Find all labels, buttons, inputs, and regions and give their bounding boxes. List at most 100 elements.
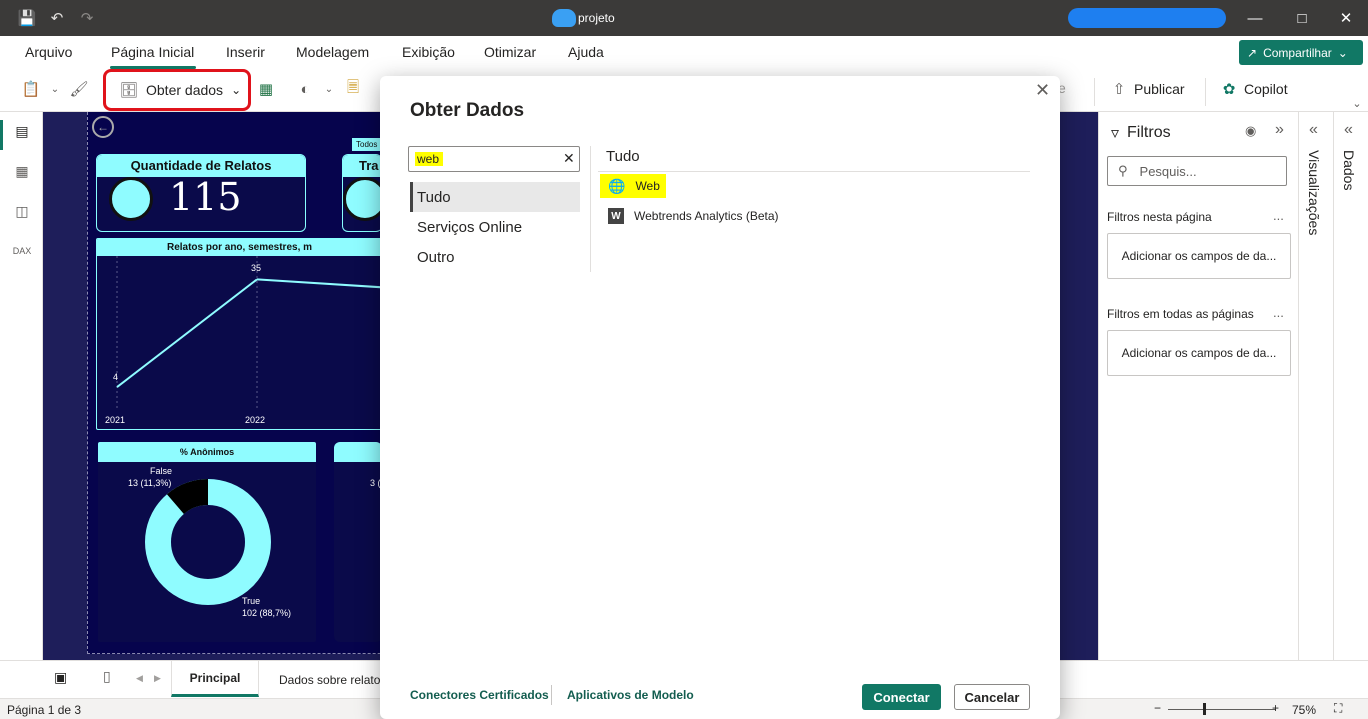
get-data-button[interactable]: 🗄 Obter dados ⌄ (103, 69, 251, 111)
connector-web[interactable]: 🌐 Web (600, 174, 666, 198)
close-icon[interactable]: ✕ (1336, 8, 1356, 28)
dax-query-icon[interactable]: DAX (13, 242, 32, 260)
kpi-card-title: Quantidade de Relatos (97, 155, 305, 177)
back-arrow-icon[interactable]: ← (92, 116, 114, 138)
menu-otimizar[interactable]: Otimizar (484, 44, 536, 60)
menu-ajuda[interactable]: Ajuda (568, 44, 604, 60)
copilot-button[interactable]: ✿ Copilot (1220, 80, 1288, 98)
report-view-icon[interactable]: ▤ (13, 122, 31, 140)
chart-card-4-value: 3 ( (370, 478, 381, 488)
line-chart-card[interactable]: Relatos por ano, semestres, m 4 35 2021 … (96, 238, 382, 430)
menu-arquivo[interactable]: Arquivo (25, 44, 72, 60)
save-icon[interactable]: 💾 (18, 9, 37, 27)
mobile-layout-icon[interactable]: ▯ (103, 668, 111, 685)
visualizations-label: Visualizações (1306, 150, 1322, 236)
template-apps-link[interactable]: Aplicativos de Modelo (567, 688, 694, 702)
category-outro[interactable]: Outro (410, 242, 580, 272)
certified-connectors-link[interactable]: Conectores Certificados (410, 688, 549, 702)
connector-webtrends[interactable]: W Webtrends Analytics (Beta) (600, 204, 779, 228)
data-label: 4 (113, 372, 119, 383)
redo-icon[interactable]: ↷ (78, 9, 96, 27)
menu-bar: Arquivo Página Inicial Inserir Modelagem… (0, 36, 1368, 70)
prev-page-icon[interactable]: ◀ (136, 673, 143, 684)
share-button[interactable]: ↗ Compartilhar ⌄ (1239, 40, 1363, 65)
category-tudo[interactable]: Tudo (410, 182, 580, 212)
more-options-icon[interactable]: ... (1273, 305, 1284, 320)
filters-title: Filtros (1127, 124, 1171, 141)
expand-pane-icon[interactable]: « (1309, 121, 1318, 139)
footer-divider (551, 685, 552, 705)
menu-inserir[interactable]: Inserir (226, 44, 265, 60)
chevron-down-icon: ⌄ (231, 83, 242, 97)
menu-modelagem[interactable]: Modelagem (296, 44, 369, 60)
search-icon: ⚲ (1118, 163, 1128, 178)
maximize-icon[interactable]: □ (1292, 8, 1312, 28)
format-painter-button[interactable]: 🖌 (69, 80, 89, 98)
zoom-out-icon[interactable]: − (1154, 701, 1161, 715)
dialog-title: Obter Dados (410, 100, 525, 121)
donut-card[interactable]: % Anônimos False 13 (11,3%) True 102 (88… (98, 442, 316, 642)
connect-button[interactable]: Conectar (862, 684, 941, 710)
excel-button[interactable]: ▦ (257, 80, 275, 98)
publish-button[interactable]: ⇧ Publicar (1110, 80, 1185, 98)
visualizations-pane-collapsed[interactable]: « Visualizações (1298, 112, 1333, 660)
donut-true-value: 102 (88,7%) (242, 608, 292, 618)
page-tab-principal[interactable]: Principal (171, 661, 259, 697)
paintbrush-icon: 🖌 (69, 81, 89, 98)
page-tab-dados[interactable]: Dados sobre relato (279, 673, 380, 687)
filters-all-pages-label: Filtros em todas as páginas (1107, 307, 1254, 321)
undo-icon[interactable]: ↶ (48, 9, 66, 27)
table-view-icon[interactable]: ▦ (13, 162, 31, 180)
donut-false-value: 13 (11,3%) (128, 478, 172, 488)
collapse-pane-icon[interactable]: » (1275, 121, 1284, 139)
x-tick-label: 2021 (105, 415, 126, 425)
onelake-button[interactable]: ◐ ⌄ (296, 80, 338, 98)
clipboard-icon: 📋 (21, 81, 41, 98)
toolbar-divider (1205, 78, 1206, 106)
filters-all-pages-drop[interactable]: Adicionar os campos de da... (1107, 330, 1291, 376)
filter-icon: ▿ (1111, 125, 1120, 142)
chart-card-4-title (334, 442, 382, 462)
zoom-slider[interactable] (1168, 709, 1276, 710)
user-account-redacted[interactable] (1068, 8, 1226, 28)
zoom-slider-thumb[interactable] (1203, 703, 1206, 715)
menu-exibicao[interactable]: Exibição (402, 44, 455, 60)
kpi-card-2[interactable]: Tra (342, 154, 382, 232)
clear-search-icon[interactable]: ✕ (563, 150, 575, 167)
filters-pane: ▿ Filtros ◉ » ⚲ Pesquis... Filtros nesta… (1098, 112, 1298, 660)
model-view-icon[interactable]: ◫ (13, 202, 31, 220)
chevron-down-icon: ⌄ (324, 83, 334, 95)
cancel-button[interactable]: Cancelar (954, 684, 1030, 710)
filters-this-page-drop[interactable]: Adicionar os campos de da... (1107, 233, 1291, 279)
connector-search-input[interactable] (415, 152, 443, 166)
close-icon[interactable]: ✕ (1035, 80, 1050, 101)
category-servicos-online[interactable]: Serviços Online (410, 212, 580, 242)
ribbon-collapse-icon[interactable]: ⌄ (1348, 94, 1366, 112)
zoom-level: 75% (1292, 703, 1317, 717)
menu-pagina-inicial[interactable]: Página Inicial (111, 44, 194, 60)
line-chart-svg (116, 256, 382, 411)
zoom-in-icon[interactable]: + (1272, 701, 1279, 715)
publish-label: Publicar (1134, 81, 1185, 97)
donut-false-label: False (150, 466, 173, 476)
dataverse-button[interactable]: 🗏 (344, 79, 362, 98)
data-pane-collapsed[interactable]: « Dados (1333, 112, 1368, 660)
copilot-label: Copilot (1244, 81, 1288, 97)
paste-button[interactable]: 📋 ⌄ (22, 80, 64, 98)
minimize-icon[interactable]: — (1245, 8, 1265, 28)
next-page-icon[interactable]: ▶ (154, 673, 161, 684)
desktop-layout-icon[interactable]: ▣ (54, 669, 67, 686)
active-view-indicator (0, 120, 3, 150)
chart-card-4[interactable]: 3 ( (334, 442, 382, 642)
filter-search-input[interactable]: ⚲ Pesquis... (1107, 156, 1287, 186)
more-options-icon[interactable]: ... (1273, 208, 1284, 223)
get-data-label: Obter dados (146, 82, 224, 98)
app-logo (552, 9, 576, 27)
filters-this-page-label: Filtros nesta página (1107, 210, 1212, 224)
filters-header: ▿ Filtros (1111, 123, 1171, 143)
kpi-card[interactable]: Quantidade de Relatos 115 (96, 154, 306, 232)
connector-search-box[interactable]: ✕ (408, 146, 580, 172)
expand-pane-icon[interactable]: « (1344, 121, 1353, 139)
fit-page-icon[interactable]: ⛶ (1334, 701, 1342, 716)
eye-icon[interactable]: ◉ (1245, 123, 1256, 139)
